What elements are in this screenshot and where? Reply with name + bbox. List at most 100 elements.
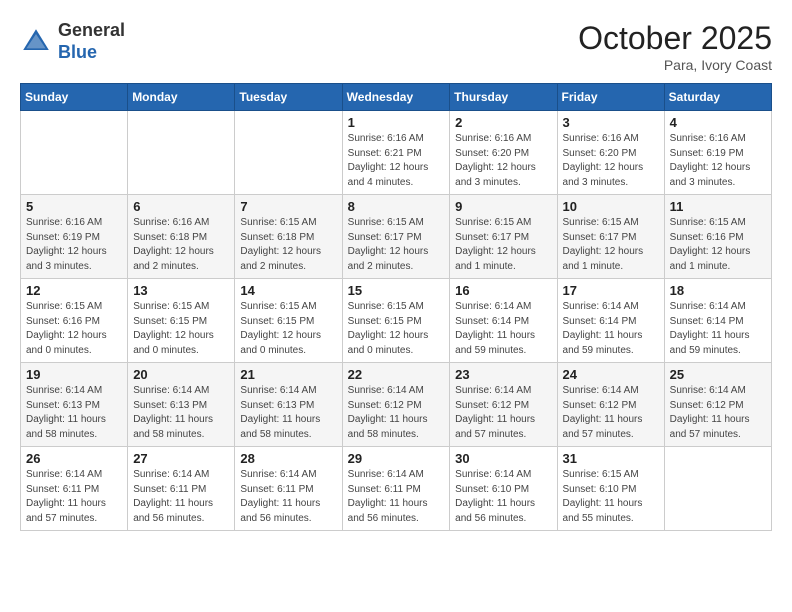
day-number: 19 xyxy=(26,367,122,382)
calendar-cell: 1Sunrise: 6:16 AMSunset: 6:21 PMDaylight… xyxy=(342,111,450,195)
day-number: 28 xyxy=(240,451,336,466)
calendar-cell: 3 Sunrise: 6:16 AMSunset: 6:20 PMDaylight… xyxy=(557,111,664,195)
day-number: 17 xyxy=(563,283,659,298)
day-number: 12 xyxy=(26,283,122,298)
calendar-cell: 31Sunrise: 6:15 AMSunset: 6:10 PMDayligh… xyxy=(557,447,664,531)
page-header: General Blue October 2025 Para, Ivory Co… xyxy=(20,20,772,73)
day-info: Sunrise: 6:15 AMSunset: 6:16 PMDaylight:… xyxy=(26,300,122,358)
weekday-header-saturday: Saturday xyxy=(664,84,771,111)
day-number: 21 xyxy=(240,367,336,382)
day-info: Sunrise: 6:14 AMSunset: 6:13 PMDaylight:… xyxy=(133,384,229,442)
day-info: Sunrise: 6:16 AMSunset: 6:19 PMDaylight:… xyxy=(670,132,766,190)
day-number: 27 xyxy=(133,451,229,466)
day-info: Sunrise: 6:15 AMSunset: 6:16 PMDaylight:… xyxy=(670,216,766,274)
day-info: Sunrise: 6:15 AMSunset: 6:17 PMDaylight:… xyxy=(348,216,445,274)
day-info: Sunrise: 6:14 AMSunset: 6:13 PMDaylight:… xyxy=(240,384,336,442)
day-info: Sunrise: 6:14 AMSunset: 6:14 PMDaylight:… xyxy=(455,300,551,358)
calendar-cell: 15Sunrise: 6:15 AMSunset: 6:15 PMDayligh… xyxy=(342,279,450,363)
calendar-cell: 18Sunrise: 6:14 AMSunset: 6:14 PMDayligh… xyxy=(664,279,771,363)
day-info: Sunrise: 6:15 AMSunset: 6:17 PMDaylight:… xyxy=(455,216,551,274)
calendar-cell xyxy=(664,447,771,531)
day-info: Sunrise: 6:14 AMSunset: 6:14 PMDaylight:… xyxy=(563,300,659,358)
calendar-cell: 13 Sunrise: 6:15 AMSunset: 6:15 PMDayligh… xyxy=(128,279,235,363)
weekday-header-tuesday: Tuesday xyxy=(235,84,342,111)
calendar-cell: 14Sunrise: 6:15 AMSunset: 6:15 PMDayligh… xyxy=(235,279,342,363)
location-text: Para, Ivory Coast xyxy=(578,57,772,73)
day-number: 6 xyxy=(133,199,229,214)
day-info: Sunrise: 6:14 AMSunset: 6:11 PMDaylight:… xyxy=(240,468,336,526)
weekday-header-sunday: Sunday xyxy=(21,84,128,111)
day-info: Sunrise: 6:16 AMSunset: 6:20 PMDaylight:… xyxy=(455,132,551,190)
day-info: Sunrise: 6:14 AMSunset: 6:12 PMDaylight:… xyxy=(563,384,659,442)
day-info: Sunrise: 6:15 AMSunset: 6:17 PMDaylight:… xyxy=(563,216,659,274)
calendar-cell: 23 Sunrise: 6:14 AMSunset: 6:12 PMDayligh… xyxy=(450,363,557,447)
day-info: Sunrise: 6:14 AMSunset: 6:11 PMDaylight:… xyxy=(133,468,229,526)
weekday-header-friday: Friday xyxy=(557,84,664,111)
calendar-cell: 28 Sunrise: 6:14 AMSunset: 6:11 PMDayligh… xyxy=(235,447,342,531)
title-block: October 2025 Para, Ivory Coast xyxy=(578,20,772,73)
day-number: 8 xyxy=(348,199,445,214)
calendar-cell: 22Sunrise: 6:14 AMSunset: 6:12 PMDayligh… xyxy=(342,363,450,447)
week-row-5: 26Sunrise: 6:14 AMSunset: 6:11 PMDayligh… xyxy=(21,447,772,531)
calendar-cell: 17 Sunrise: 6:14 AMSunset: 6:14 PMDayligh… xyxy=(557,279,664,363)
day-number: 20 xyxy=(133,367,229,382)
calendar-cell: 6Sunrise: 6:16 AMSunset: 6:18 PMDaylight… xyxy=(128,195,235,279)
calendar-cell: 12 Sunrise: 6:15 AMSunset: 6:16 PMDayligh… xyxy=(21,279,128,363)
day-number: 11 xyxy=(670,199,766,214)
day-info: Sunrise: 6:15 AMSunset: 6:15 PMDaylight:… xyxy=(240,300,336,358)
day-number: 3 xyxy=(563,115,659,130)
day-number: 10 xyxy=(563,199,659,214)
day-info: Sunrise: 6:14 AMSunset: 6:13 PMDaylight:… xyxy=(26,384,122,442)
calendar-cell: 29Sunrise: 6:14 AMSunset: 6:11 PMDayligh… xyxy=(342,447,450,531)
week-row-3: 12 Sunrise: 6:15 AMSunset: 6:16 PMDayligh… xyxy=(21,279,772,363)
calendar-cell: 19 Sunrise: 6:14 AMSunset: 6:13 PMDayligh… xyxy=(21,363,128,447)
day-info: Sunrise: 6:14 AMSunset: 6:12 PMDaylight:… xyxy=(670,384,766,442)
logo-text: General Blue xyxy=(58,20,125,63)
calendar-cell: 25Sunrise: 6:14 AMSunset: 6:12 PMDayligh… xyxy=(664,363,771,447)
calendar-cell: 20 Sunrise: 6:14 AMSunset: 6:13 PMDayligh… xyxy=(128,363,235,447)
calendar-cell: 10 Sunrise: 6:15 AMSunset: 6:17 PMDayligh… xyxy=(557,195,664,279)
day-number: 4 xyxy=(670,115,766,130)
day-number: 29 xyxy=(348,451,445,466)
day-number: 5 xyxy=(26,199,122,214)
calendar-cell: 21 Sunrise: 6:14 AMSunset: 6:13 PMDayligh… xyxy=(235,363,342,447)
calendar-cell: 11 Sunrise: 6:15 AMSunset: 6:16 PMDayligh… xyxy=(664,195,771,279)
calendar-cell: 26Sunrise: 6:14 AMSunset: 6:11 PMDayligh… xyxy=(21,447,128,531)
day-number: 7 xyxy=(240,199,336,214)
day-number: 23 xyxy=(455,367,551,382)
calendar-cell: 9 Sunrise: 6:15 AMSunset: 6:17 PMDaylight… xyxy=(450,195,557,279)
weekday-header-thursday: Thursday xyxy=(450,84,557,111)
day-number: 22 xyxy=(348,367,445,382)
weekday-header-wednesday: Wednesday xyxy=(342,84,450,111)
day-info: Sunrise: 6:14 AMSunset: 6:10 PMDaylight:… xyxy=(455,468,551,526)
day-number: 31 xyxy=(563,451,659,466)
day-info: Sunrise: 6:14 AMSunset: 6:14 PMDaylight:… xyxy=(670,300,766,358)
day-info: Sunrise: 6:16 AMSunset: 6:21 PMDaylight:… xyxy=(348,132,445,190)
day-number: 13 xyxy=(133,283,229,298)
calendar-cell xyxy=(21,111,128,195)
day-number: 9 xyxy=(455,199,551,214)
calendar-cell: 30Sunrise: 6:14 AMSunset: 6:10 PMDayligh… xyxy=(450,447,557,531)
day-info: Sunrise: 6:14 AMSunset: 6:12 PMDaylight:… xyxy=(455,384,551,442)
day-info: Sunrise: 6:14 AMSunset: 6:11 PMDaylight:… xyxy=(26,468,122,526)
logo-icon xyxy=(20,26,52,58)
calendar-cell: 4 Sunrise: 6:16 AMSunset: 6:19 PMDaylight… xyxy=(664,111,771,195)
calendar-cell: 16 Sunrise: 6:14 AMSunset: 6:14 PMDayligh… xyxy=(450,279,557,363)
week-row-2: 5 Sunrise: 6:16 AMSunset: 6:19 PMDaylight… xyxy=(21,195,772,279)
week-row-4: 19 Sunrise: 6:14 AMSunset: 6:13 PMDayligh… xyxy=(21,363,772,447)
day-info: Sunrise: 6:16 AMSunset: 6:19 PMDaylight:… xyxy=(26,216,122,274)
weekday-header-row: SundayMondayTuesdayWednesdayThursdayFrid… xyxy=(21,84,772,111)
day-info: Sunrise: 6:15 AMSunset: 6:15 PMDaylight:… xyxy=(133,300,229,358)
day-number: 24 xyxy=(563,367,659,382)
day-info: Sunrise: 6:15 AMSunset: 6:18 PMDaylight:… xyxy=(240,216,336,274)
calendar-table: SundayMondayTuesdayWednesdayThursdayFrid… xyxy=(20,83,772,531)
calendar-cell: 24 Sunrise: 6:14 AMSunset: 6:12 PMDayligh… xyxy=(557,363,664,447)
day-number: 16 xyxy=(455,283,551,298)
day-info: Sunrise: 6:15 AMSunset: 6:15 PMDaylight:… xyxy=(348,300,445,358)
calendar-cell: 27 Sunrise: 6:14 AMSunset: 6:11 PMDayligh… xyxy=(128,447,235,531)
weekday-header-monday: Monday xyxy=(128,84,235,111)
day-info: Sunrise: 6:16 AMSunset: 6:20 PMDaylight:… xyxy=(563,132,659,190)
calendar-cell: 8 Sunrise: 6:15 AMSunset: 6:17 PMDaylight… xyxy=(342,195,450,279)
calendar-cell: 5 Sunrise: 6:16 AMSunset: 6:19 PMDaylight… xyxy=(21,195,128,279)
calendar-cell xyxy=(128,111,235,195)
